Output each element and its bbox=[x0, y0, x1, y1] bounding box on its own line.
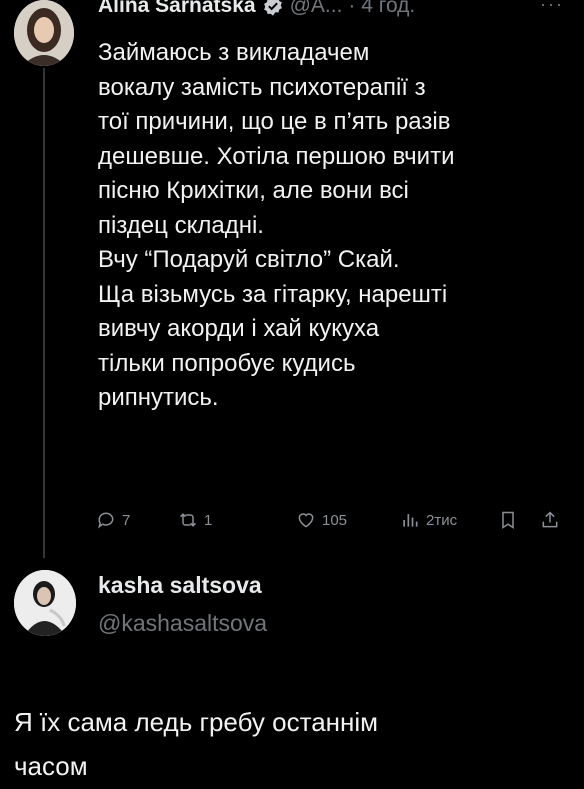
retweet-count: 1 bbox=[204, 511, 213, 529]
reply-author-avatar[interactable] bbox=[14, 570, 76, 636]
reply-button[interactable]: 7 bbox=[96, 505, 130, 535]
reply-icon bbox=[98, 512, 114, 529]
heart-icon bbox=[298, 513, 314, 528]
author-handle[interactable]: @A... bbox=[290, 0, 343, 18]
tweet-actions: 7 1 105 2тис bbox=[96, 505, 576, 535]
views-count: 2тис bbox=[426, 511, 458, 529]
bookmark-icon bbox=[502, 511, 514, 529]
views-chart-icon bbox=[403, 514, 418, 527]
verified-badge-icon bbox=[263, 0, 282, 16]
share-button[interactable] bbox=[540, 505, 560, 535]
like-count: 105 bbox=[322, 511, 348, 529]
avatar-photo-icon bbox=[14, 570, 76, 636]
author-avatar[interactable] bbox=[14, 0, 74, 66]
thread-line bbox=[43, 68, 45, 558]
tweet-header: Alina Sarnatska @A... · 4 год. bbox=[98, 0, 415, 20]
reply-text: Я їх сама ледь гребу останнім часом bbox=[14, 707, 379, 781]
tweet-time[interactable]: · 4 год. bbox=[348, 0, 415, 18]
author-name[interactable]: Alina Sarnatska bbox=[98, 0, 256, 18]
reply-author-handle[interactable]: @kashasaltsova bbox=[98, 610, 267, 637]
more-icon[interactable]: ··· bbox=[540, 0, 564, 15]
reply-count: 7 bbox=[122, 511, 131, 529]
retweet-icon bbox=[179, 513, 197, 527]
avatar-photo-icon bbox=[14, 0, 74, 66]
tweet-text: Займаюсь з викладачем вокалу замість пси… bbox=[98, 39, 455, 411]
bookmark-button[interactable] bbox=[498, 505, 518, 535]
retweet-button[interactable]: 1 bbox=[178, 505, 212, 535]
reply-author-name[interactable]: kasha saltsova bbox=[98, 572, 262, 599]
views-button[interactable]: 2тис bbox=[400, 505, 457, 535]
like-button[interactable]: 105 bbox=[296, 505, 347, 535]
share-icon bbox=[542, 511, 558, 528]
